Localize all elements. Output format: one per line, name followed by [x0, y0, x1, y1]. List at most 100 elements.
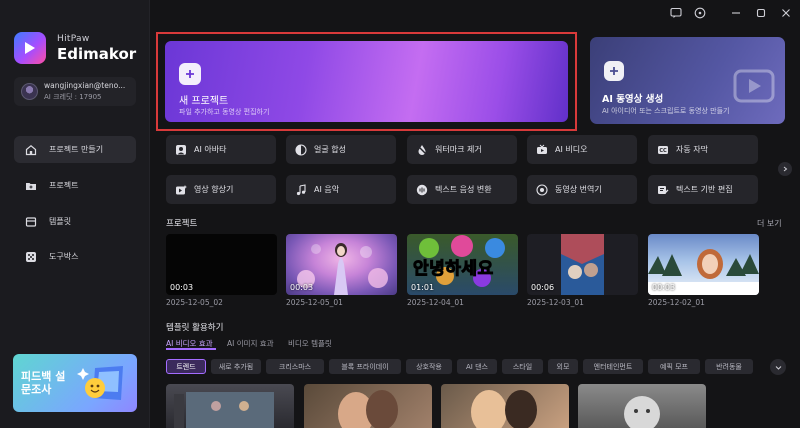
- tts-icon: [416, 184, 428, 195]
- sidebar-item-label: 프로젝트: [49, 181, 79, 190]
- template-card[interactable]: [304, 384, 432, 428]
- template-card[interactable]: [166, 384, 294, 428]
- sidebar-item-projects[interactable]: 프로젝트: [14, 172, 136, 199]
- chevron-down-icon: [775, 365, 781, 370]
- template-preview: [624, 396, 660, 428]
- text-edit-icon: [658, 185, 669, 194]
- feature-text-to-speech[interactable]: 텍스트 음성 변환: [407, 175, 517, 204]
- feedback-survey-banner[interactable]: 피드백 설문조사: [13, 354, 137, 412]
- feature-watermark-remove[interactable]: 워터마크 제거: [407, 135, 517, 164]
- watermark-remove-icon: [417, 144, 427, 155]
- ai-video-icon: [537, 144, 547, 154]
- caption-icon: CC: [658, 145, 668, 154]
- projects-section-title: 프로젝트: [166, 219, 198, 229]
- feature-text-based-editing[interactable]: 텍스트 기반 편집: [648, 175, 758, 204]
- chip-style[interactable]: 스타일: [502, 359, 543, 374]
- brand: HitPaw Edimakor: [14, 32, 136, 64]
- feature-label: 텍스트 음성 변환: [435, 185, 492, 194]
- brand-name: Edimakor: [57, 44, 137, 63]
- new-project-title: 새 프로젝트: [179, 96, 229, 107]
- chip-trend[interactable]: 트렌드: [166, 359, 206, 374]
- sidebar-item-toolbox[interactable]: 도구박스: [14, 243, 136, 270]
- video-enhance-icon: [176, 184, 187, 194]
- sidebar-item-templates[interactable]: 템플릿: [14, 208, 136, 235]
- chip-new[interactable]: 새로 추가됨: [211, 359, 261, 374]
- ai-video-subtitle: AI 아이디어 또는 스크립트로 동영상 만들기: [602, 107, 730, 115]
- project-thumbnail[interactable]: 00:06: [527, 234, 638, 295]
- message-icon[interactable]: [669, 6, 683, 20]
- close-icon[interactable]: [779, 6, 793, 20]
- feature-ai-avatar[interactable]: AI 아바타: [166, 135, 276, 164]
- chip-black-friday[interactable]: 블록 프라이데이: [329, 359, 401, 374]
- chip-pets[interactable]: 반려동물: [705, 359, 753, 374]
- template-icon: [25, 216, 37, 227]
- chip-ai-dance[interactable]: AI 댄스: [457, 359, 497, 374]
- project-duration: 00:03: [652, 283, 676, 292]
- music-icon: [296, 183, 306, 195]
- feature-label: AI 음악: [314, 185, 340, 194]
- project-duration: 00:06: [531, 283, 555, 292]
- feature-ai-video[interactable]: AI 비디오: [527, 135, 637, 164]
- survey-illustration: [77, 366, 123, 400]
- feature-auto-caption[interactable]: CC 자동 자막: [648, 135, 758, 164]
- ai-video-title: AI 동영상 생성: [602, 94, 664, 105]
- project-date: 2025-12-05_02: [166, 298, 223, 307]
- tab-ai-image-effects[interactable]: AI 이미지 효과: [227, 338, 274, 349]
- sidebar-item-label: 도구박스: [49, 252, 79, 261]
- plus-icon: [604, 61, 624, 81]
- feature-video-enhancer[interactable]: 영상 향상기: [166, 175, 276, 204]
- new-project-card[interactable]: 새 프로젝트 파일 추가하고 동영상 편집하기: [156, 32, 577, 131]
- feature-label: 영상 향상기: [194, 185, 234, 194]
- template-preview: [338, 390, 398, 428]
- chip-interaction[interactable]: 상호작용: [406, 359, 452, 374]
- project-date: 2025-12-03_01: [527, 298, 584, 307]
- app-logo: [14, 32, 46, 64]
- chip-entertainment[interactable]: 엔터테인먼트: [583, 359, 643, 374]
- account-card[interactable]: wangjingxian@teno... AI 크레딧 : 17905: [14, 77, 136, 106]
- project-thumbnail[interactable]: 안녕하세요 01:01: [407, 234, 518, 295]
- chip-epic-morph[interactable]: 예픽 모프: [648, 359, 700, 374]
- see-more-link[interactable]: 더 보기: [757, 218, 782, 229]
- feature-video-translator[interactable]: 동영상 번역기: [527, 175, 637, 204]
- template-card[interactable]: [441, 384, 569, 428]
- feature-label: 동영상 번역기: [555, 185, 602, 194]
- project-thumbnail[interactable]: 00:03: [166, 234, 277, 295]
- chips-expand-button[interactable]: [770, 359, 786, 375]
- feature-label: 자동 자막: [676, 145, 708, 154]
- project-date: 2025-12-05_01: [286, 298, 343, 307]
- tab-video-templates[interactable]: 비디오 템플릿: [288, 338, 332, 349]
- chip-appearance[interactable]: 외모: [548, 359, 578, 374]
- project-date: 2025-12-04_01: [407, 298, 464, 307]
- feature-ai-music[interactable]: AI 음악: [286, 175, 396, 204]
- project-thumbnail[interactable]: 00:03: [286, 234, 397, 295]
- avatar[interactable]: [21, 83, 38, 100]
- maximize-icon[interactable]: [754, 6, 768, 20]
- ai-video-generate-card[interactable]: AI 동영상 생성 AI 아이디어 또는 스크립트로 동영상 만들기: [590, 37, 785, 124]
- templates-section-title: 템플릿 활용하기: [166, 323, 224, 333]
- face-swap-icon: [295, 143, 307, 156]
- project-duration: 00:03: [170, 283, 194, 292]
- project-duration: 01:01: [411, 283, 435, 292]
- feature-face-swap[interactable]: 얼굴 합성: [286, 135, 396, 164]
- minimize-icon[interactable]: [729, 6, 743, 20]
- template-preview: [174, 392, 274, 428]
- chip-christmas[interactable]: 크리스마스: [266, 359, 324, 374]
- video-play-icon: [733, 69, 775, 103]
- survey-text: 피드백 설문조사: [21, 370, 66, 396]
- new-project-subtitle: 파일 추가하고 동영상 편집하기: [179, 108, 270, 116]
- project-thumbnail[interactable]: 00:03: [648, 234, 759, 295]
- template-card[interactable]: [578, 384, 706, 428]
- feature-label: AI 아바타: [194, 145, 227, 154]
- features-next-button[interactable]: [778, 162, 792, 176]
- translate-icon: [536, 183, 548, 196]
- svg-text:CC: CC: [659, 148, 667, 154]
- sidebar-item-create-project[interactable]: 프로젝트 만들기: [14, 136, 136, 163]
- chevron-right-icon: [783, 166, 788, 172]
- info-icon[interactable]: [693, 6, 707, 20]
- plus-icon: [179, 63, 201, 85]
- account-email: wangjingxian@teno...: [44, 81, 126, 90]
- sidebar: HitPaw Edimakor wangjingxian@teno... AI …: [0, 0, 150, 428]
- sidebar-item-label: 프로젝트 만들기: [49, 145, 104, 154]
- avatar-icon: [176, 144, 186, 155]
- toolbox-icon: [26, 251, 36, 262]
